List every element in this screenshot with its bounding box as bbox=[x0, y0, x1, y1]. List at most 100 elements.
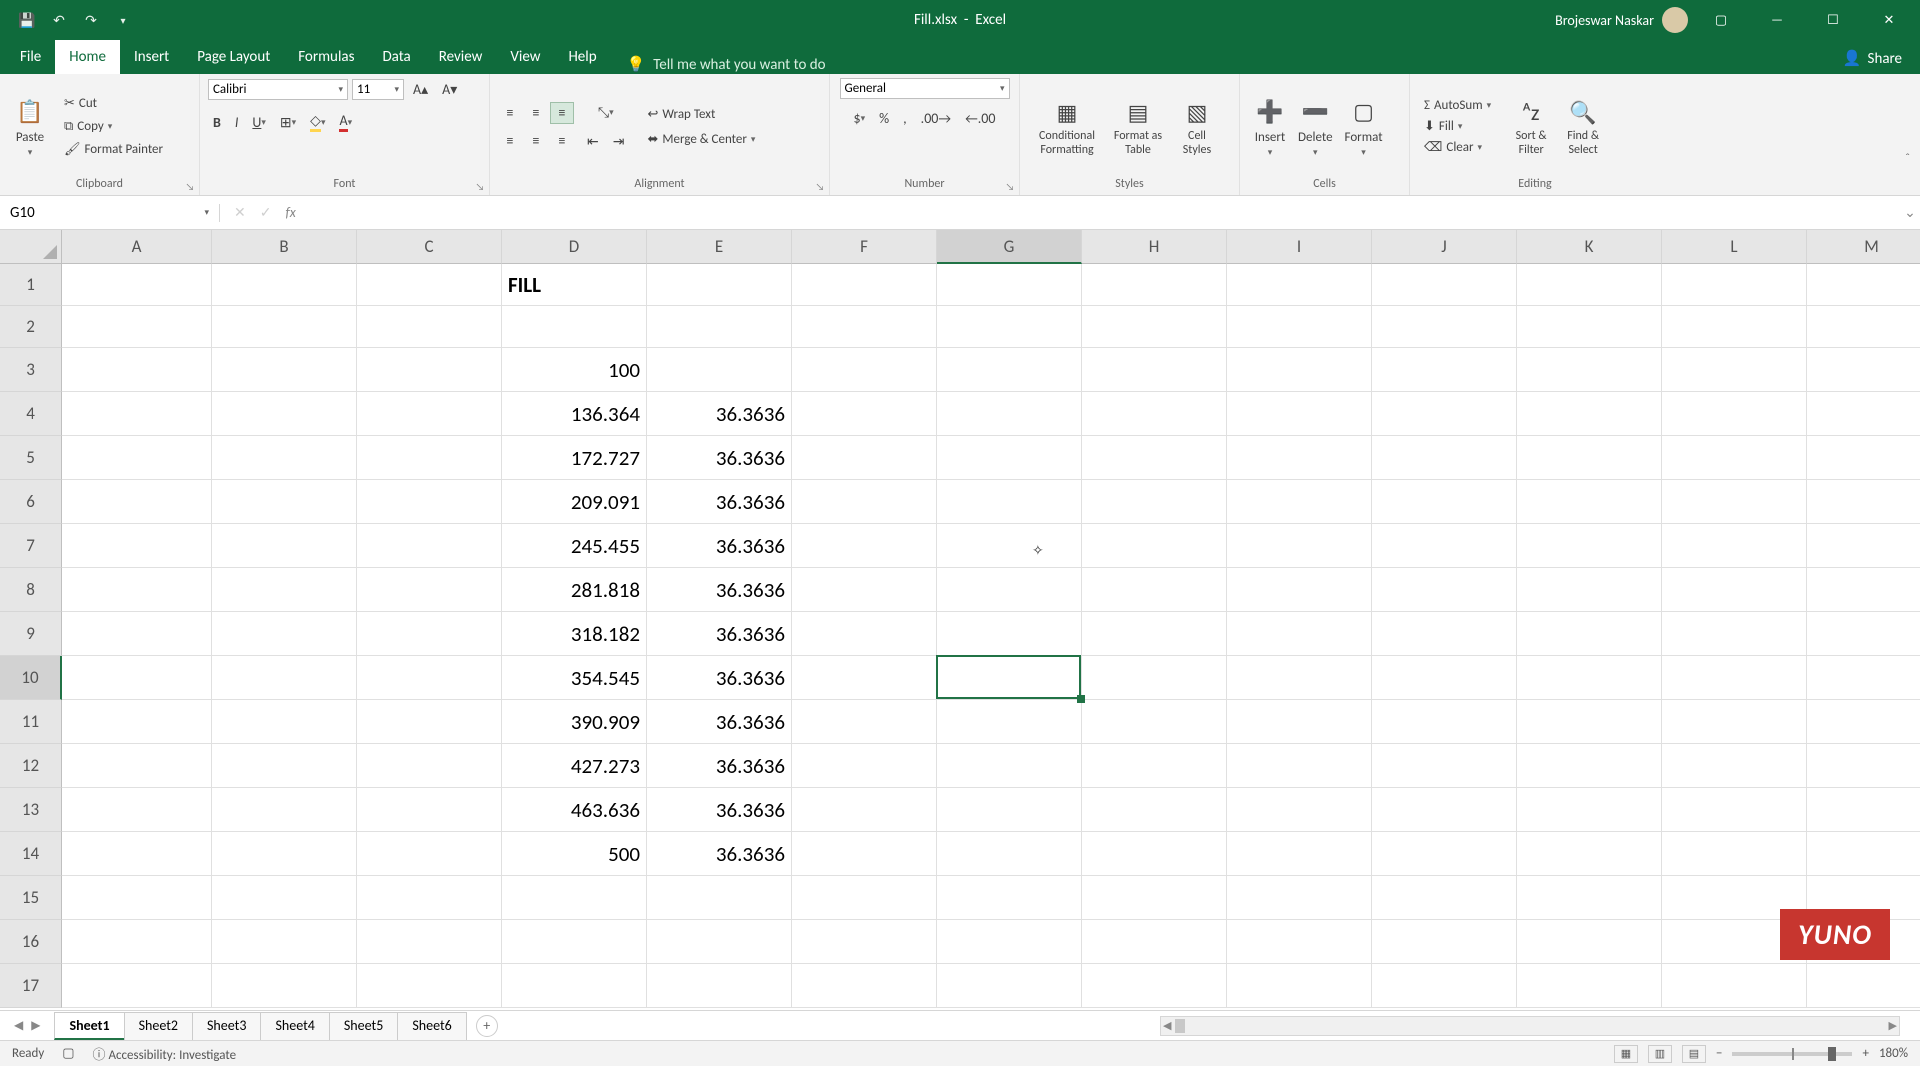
cell-D5[interactable]: 172.727 bbox=[502, 436, 647, 480]
cell-D13[interactable]: 463.636 bbox=[502, 788, 647, 832]
cell-G1[interactable] bbox=[937, 264, 1082, 306]
cell-L3[interactable] bbox=[1662, 348, 1807, 392]
cell-H8[interactable] bbox=[1082, 568, 1227, 612]
cell-L17[interactable] bbox=[1662, 964, 1807, 1008]
cell-E4[interactable]: 36.3636 bbox=[647, 392, 792, 436]
tab-home[interactable]: Home bbox=[55, 40, 120, 74]
cell-K2[interactable] bbox=[1517, 306, 1662, 348]
cell-I13[interactable] bbox=[1227, 788, 1372, 832]
cell-J9[interactable] bbox=[1372, 612, 1517, 656]
tab-data[interactable]: Data bbox=[368, 40, 424, 74]
cell-D11[interactable]: 390.909 bbox=[502, 700, 647, 744]
cell-I9[interactable] bbox=[1227, 612, 1372, 656]
cell-I17[interactable] bbox=[1227, 964, 1372, 1008]
cell-B16[interactable] bbox=[212, 920, 357, 964]
cell-M7[interactable] bbox=[1807, 524, 1920, 568]
cell-L8[interactable] bbox=[1662, 568, 1807, 612]
cell-M2[interactable] bbox=[1807, 306, 1920, 348]
cell-C6[interactable] bbox=[357, 480, 502, 524]
cell-J13[interactable] bbox=[1372, 788, 1517, 832]
cell-F15[interactable] bbox=[792, 876, 937, 920]
accounting-format-button[interactable]: $▾ bbox=[849, 107, 871, 130]
cell-J3[interactable] bbox=[1372, 348, 1517, 392]
cell-M8[interactable] bbox=[1807, 568, 1920, 612]
cell-J1[interactable] bbox=[1372, 264, 1517, 306]
tab-formulas[interactable]: Formulas bbox=[284, 40, 368, 74]
cell-M17[interactable] bbox=[1807, 964, 1920, 1008]
fill-button[interactable]: ⬇Fill▾ bbox=[1418, 117, 1497, 136]
cell-C8[interactable] bbox=[357, 568, 502, 612]
cell-I1[interactable] bbox=[1227, 264, 1372, 306]
cell-K10[interactable] bbox=[1517, 656, 1662, 700]
save-icon[interactable]: 💾 bbox=[18, 11, 36, 29]
align-left-button[interactable]: ≡ bbox=[498, 130, 522, 152]
cell-C2[interactable] bbox=[357, 306, 502, 348]
column-header-K[interactable]: K bbox=[1517, 230, 1662, 264]
undo-icon[interactable]: ↶ bbox=[50, 11, 68, 29]
cell-E6[interactable]: 36.3636 bbox=[647, 480, 792, 524]
column-header-D[interactable]: D bbox=[502, 230, 647, 264]
cell-B9[interactable] bbox=[212, 612, 357, 656]
cell-G4[interactable] bbox=[937, 392, 1082, 436]
cell-A1[interactable] bbox=[62, 264, 212, 306]
cell-H7[interactable] bbox=[1082, 524, 1227, 568]
cell-styles-button[interactable]: ▧Cell Styles bbox=[1170, 94, 1224, 158]
cell-K15[interactable] bbox=[1517, 876, 1662, 920]
cell-E9[interactable]: 36.3636 bbox=[647, 612, 792, 656]
tab-help[interactable]: Help bbox=[554, 40, 610, 74]
cell-G9[interactable] bbox=[937, 612, 1082, 656]
cell-H9[interactable] bbox=[1082, 612, 1227, 656]
sheet-tab-sheet2[interactable]: Sheet2 bbox=[124, 1012, 193, 1040]
cell-D14[interactable]: 500 bbox=[502, 832, 647, 876]
cell-E3[interactable] bbox=[647, 348, 792, 392]
cut-button[interactable]: ✂Cut bbox=[58, 94, 169, 113]
cell-B15[interactable] bbox=[212, 876, 357, 920]
underline-button[interactable]: U▾ bbox=[247, 111, 271, 134]
cell-E15[interactable] bbox=[647, 876, 792, 920]
tab-review[interactable]: Review bbox=[425, 40, 497, 74]
alignment-launcher-icon[interactable]: ↘ bbox=[813, 179, 827, 193]
copy-button[interactable]: ⧉Copy▾ bbox=[58, 117, 169, 136]
cell-J16[interactable] bbox=[1372, 920, 1517, 964]
row-header-11[interactable]: 11 bbox=[0, 700, 62, 744]
cell-G5[interactable] bbox=[937, 436, 1082, 480]
name-box[interactable]: G10 ▾ bbox=[0, 204, 220, 222]
cell-A4[interactable] bbox=[62, 392, 212, 436]
cell-I2[interactable] bbox=[1227, 306, 1372, 348]
sheet-tab-sheet5[interactable]: Sheet5 bbox=[329, 1012, 398, 1040]
cell-B1[interactable] bbox=[212, 264, 357, 306]
cell-G15[interactable] bbox=[937, 876, 1082, 920]
clipboard-launcher-icon[interactable]: ↘ bbox=[183, 179, 197, 193]
cell-I5[interactable] bbox=[1227, 436, 1372, 480]
tab-view[interactable]: View bbox=[496, 40, 554, 74]
sheet-nav-prev-icon[interactable]: ◀ bbox=[14, 1018, 23, 1033]
cell-F7[interactable] bbox=[792, 524, 937, 568]
cell-K8[interactable] bbox=[1517, 568, 1662, 612]
cell-G12[interactable] bbox=[937, 744, 1082, 788]
tell-me-search[interactable]: 💡 Tell me what you want to do bbox=[611, 55, 842, 74]
cell-A17[interactable] bbox=[62, 964, 212, 1008]
cell-G14[interactable] bbox=[937, 832, 1082, 876]
format-cells-button[interactable]: ▢Format▾ bbox=[1339, 94, 1389, 160]
cell-J6[interactable] bbox=[1372, 480, 1517, 524]
cell-K11[interactable] bbox=[1517, 700, 1662, 744]
page-break-view-button[interactable]: ▤ bbox=[1682, 1045, 1706, 1063]
cell-K12[interactable] bbox=[1517, 744, 1662, 788]
collapse-ribbon-icon[interactable]: ˆ bbox=[1905, 152, 1910, 166]
font-name-combo[interactable]: Calibri▾ bbox=[208, 79, 348, 100]
cell-C4[interactable] bbox=[357, 392, 502, 436]
cell-M3[interactable] bbox=[1807, 348, 1920, 392]
cell-C9[interactable] bbox=[357, 612, 502, 656]
cell-K1[interactable] bbox=[1517, 264, 1662, 306]
cell-J14[interactable] bbox=[1372, 832, 1517, 876]
cell-B13[interactable] bbox=[212, 788, 357, 832]
cell-J7[interactable] bbox=[1372, 524, 1517, 568]
column-header-M[interactable]: M bbox=[1807, 230, 1920, 264]
normal-view-button[interactable]: ▦ bbox=[1614, 1045, 1638, 1063]
worksheet-grid[interactable]: ABCDEFGHIJKLM 1234567891011121314151617 … bbox=[0, 230, 1920, 1010]
format-painter-button[interactable]: 🖌Format Painter bbox=[58, 140, 169, 159]
decrease-indent-button[interactable]: ⇤ bbox=[582, 130, 604, 153]
cell-M4[interactable] bbox=[1807, 392, 1920, 436]
cell-C3[interactable] bbox=[357, 348, 502, 392]
cell-L5[interactable] bbox=[1662, 436, 1807, 480]
